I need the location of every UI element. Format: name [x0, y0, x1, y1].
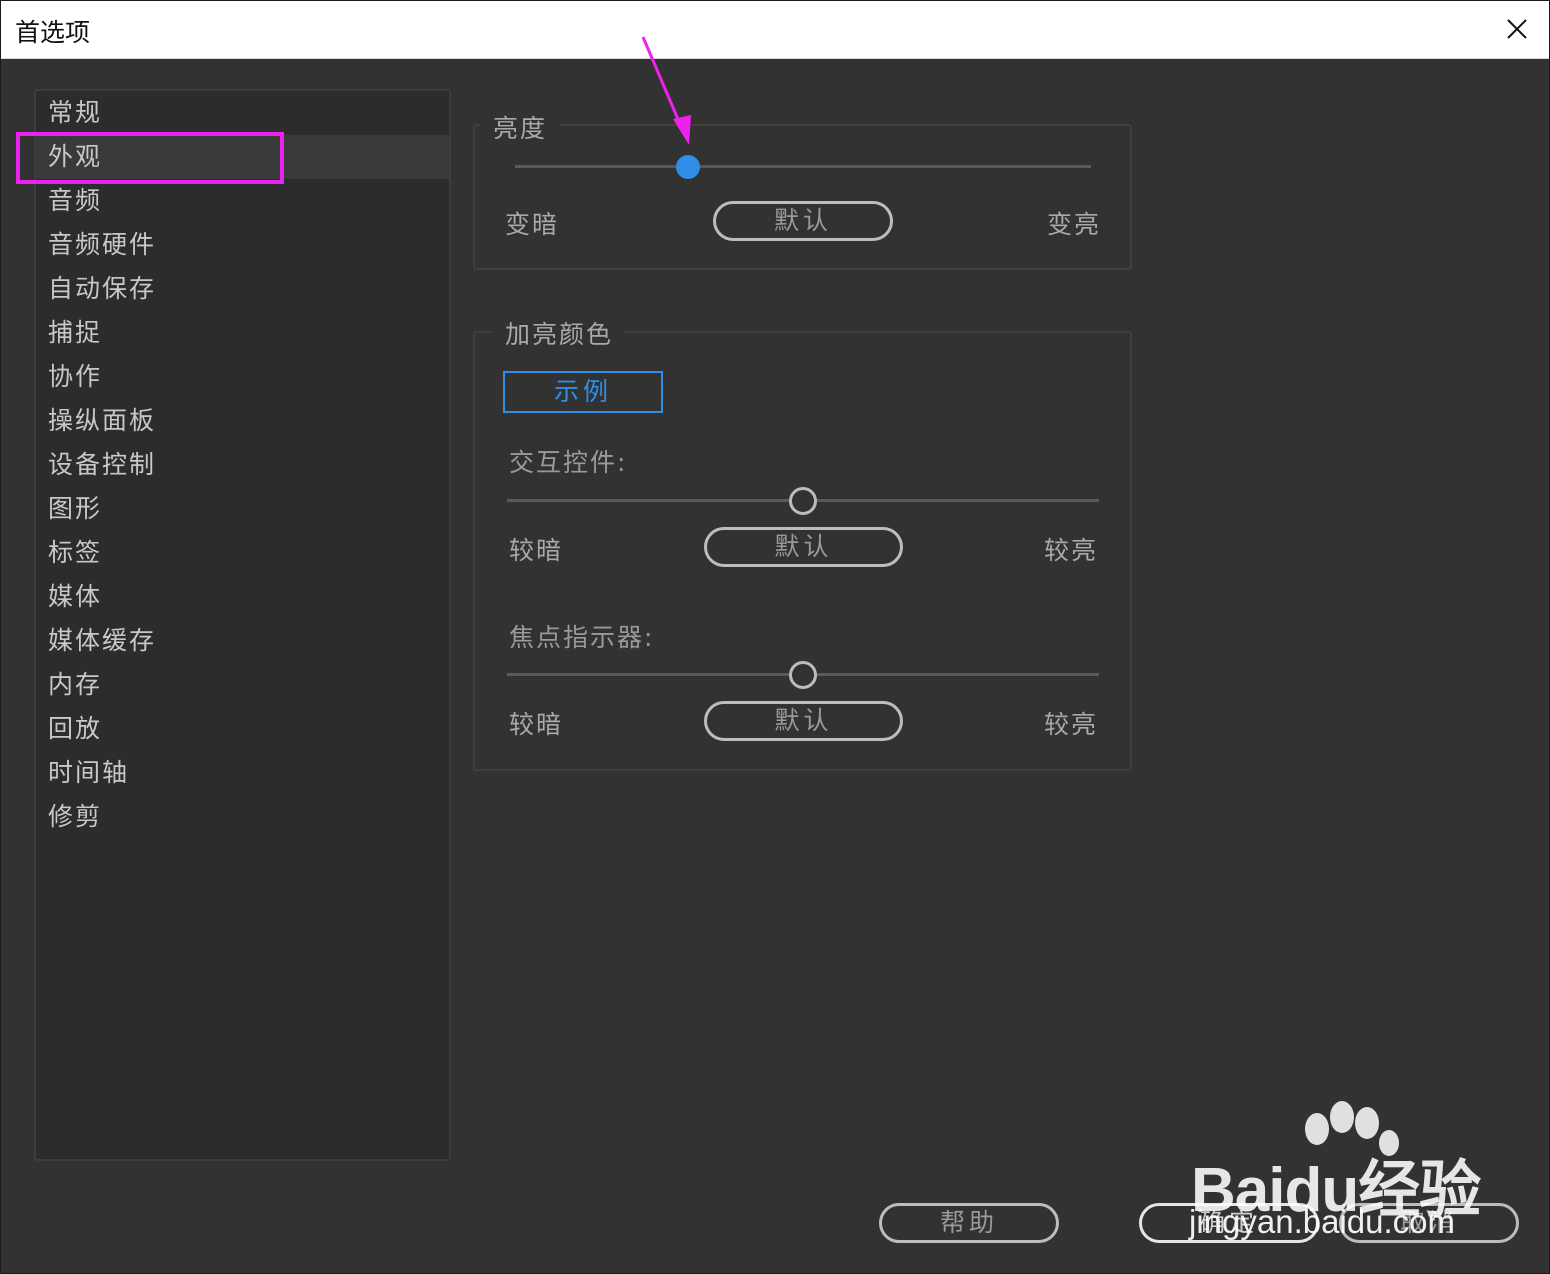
brightness-legend: 亮度: [481, 109, 560, 145]
sidebar-item-playback[interactable]: 回放: [36, 707, 449, 751]
sidebar-item-audio-hardware[interactable]: 音频硬件: [36, 223, 449, 267]
interactive-darker-label: 较暗: [509, 536, 564, 565]
category-list: 常规 外观 音频 音频硬件 自动保存 捕捉 协作 操纵面板 设备控制 图形 标签…: [34, 89, 451, 1161]
focus-slider-thumb[interactable]: [789, 661, 817, 689]
brightness-darker-label: 变暗: [505, 210, 560, 239]
brightness-slider-thumb[interactable]: [675, 155, 700, 179]
sidebar-item-media-cache[interactable]: 媒体缓存: [36, 619, 449, 663]
highlight-sample: 示例: [503, 371, 663, 413]
sidebar-item-audio[interactable]: 音频: [36, 179, 449, 223]
interactive-brighter-label: 较亮: [1044, 536, 1099, 565]
title-bar: 首选项: [1, 1, 1549, 59]
sidebar-item-appearance[interactable]: 外观: [36, 135, 449, 179]
focus-brighter-label: 较亮: [1044, 710, 1099, 739]
preferences-dialog: 首选项 常规 外观 音频 音频硬件 自动保存 捕捉 协作 操纵面板 设备控制 图…: [0, 0, 1550, 1274]
help-button[interactable]: 帮助: [879, 1203, 1059, 1243]
focus-default-button[interactable]: 默认: [704, 701, 903, 741]
brightness-default-button[interactable]: 默认: [713, 201, 893, 241]
brightness-brighter-label: 变亮: [1047, 210, 1102, 239]
cancel-button[interactable]: 取消: [1339, 1203, 1519, 1243]
brightness-slider-track[interactable]: [515, 165, 1091, 168]
window-title: 首选项: [15, 18, 91, 47]
ok-button[interactable]: 确定: [1139, 1203, 1319, 1243]
close-icon: [1507, 19, 1527, 39]
sidebar-item-general[interactable]: 常规: [36, 91, 449, 135]
highlight-color-legend: 加亮颜色: [493, 315, 626, 351]
sidebar-item-graphics[interactable]: 图形: [36, 487, 449, 531]
sidebar-item-timeline[interactable]: 时间轴: [36, 751, 449, 795]
focus-indicator-label: 焦点指示器:: [509, 623, 655, 652]
sidebar-item-capture[interactable]: 捕捉: [36, 311, 449, 355]
sidebar-item-control-surface[interactable]: 操纵面板: [36, 399, 449, 443]
interactive-slider-thumb[interactable]: [789, 487, 817, 515]
interactive-default-button[interactable]: 默认: [704, 527, 903, 567]
interactive-controls-label: 交互控件:: [509, 448, 628, 477]
sidebar-item-media[interactable]: 媒体: [36, 575, 449, 619]
sidebar-item-collaboration[interactable]: 协作: [36, 355, 449, 399]
paw-logo-icon: [1305, 1101, 1399, 1156]
close-button[interactable]: [1499, 11, 1535, 47]
sidebar-item-auto-save[interactable]: 自动保存: [36, 267, 449, 311]
sidebar-item-memory[interactable]: 内存: [36, 663, 449, 707]
sidebar-item-trim[interactable]: 修剪: [36, 795, 449, 839]
sidebar-item-labels[interactable]: 标签: [36, 531, 449, 575]
focus-darker-label: 较暗: [509, 710, 564, 739]
sidebar-item-device-control[interactable]: 设备控制: [36, 443, 449, 487]
brightness-group: [473, 124, 1132, 270]
